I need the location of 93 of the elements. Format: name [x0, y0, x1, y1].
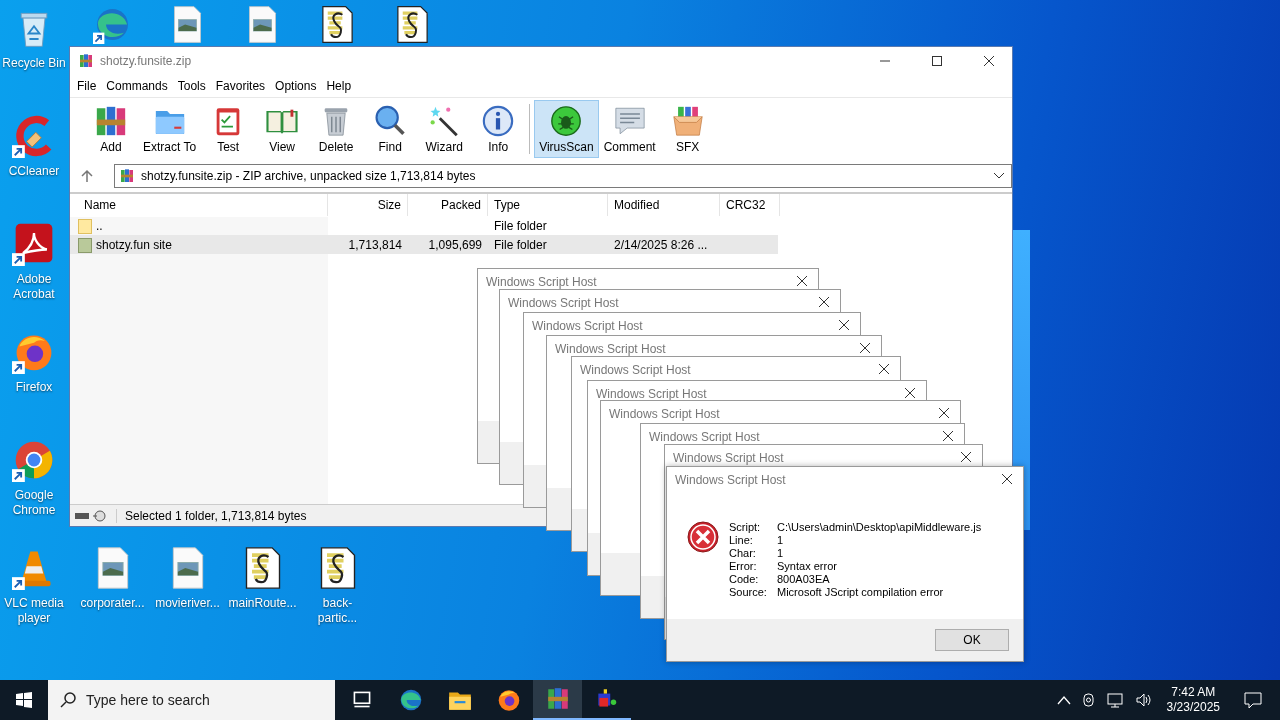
clock-date[interactable]: 3/23/2025 — [1166, 700, 1220, 715]
close-icon[interactable] — [1001, 473, 1013, 485]
menu-item[interactable]: Tools — [172, 77, 211, 95]
maximize-icon — [931, 55, 943, 67]
close-icon — [983, 55, 995, 67]
dialog-title: Windows Script Host — [532, 319, 643, 333]
detail-value: 1 — [777, 534, 785, 547]
chevron-up-icon[interactable] — [1056, 695, 1071, 705]
detail-label: Line: — [729, 534, 754, 547]
menu-item[interactable]: Favorites — [210, 77, 271, 95]
table-cell: 1,095,699 — [428, 237, 482, 252]
column-header[interactable]: Type — [488, 194, 608, 216]
close-icon[interactable] — [818, 296, 830, 308]
detail-label: Error: — [729, 560, 758, 573]
close-icon[interactable] — [838, 319, 850, 331]
column-header[interactable]: Name — [78, 194, 328, 216]
toolbar-button[interactable]: Comment — [598, 100, 661, 158]
box-icon — [670, 104, 705, 138]
folder-icon — [78, 217, 92, 234]
toolbar-button[interactable]: Info — [471, 100, 526, 158]
menu-item[interactable]: Options — [270, 77, 322, 95]
toolbar-button[interactable]: View — [255, 100, 310, 158]
dialog-title: Windows Script Host — [609, 407, 720, 421]
dialog-title: Windows Script Host — [675, 473, 786, 487]
network-icon[interactable] — [1106, 692, 1125, 708]
dialog-title: Windows Script Host — [649, 430, 760, 444]
table-cell: shotzy.fun site — [96, 237, 172, 252]
close-icon[interactable] — [942, 430, 954, 442]
toolbar-button[interactable]: Extract To — [138, 100, 202, 158]
toolbar-button[interactable]: Add — [84, 100, 138, 158]
dialog-title: Windows Script Host — [486, 275, 597, 289]
status-text: Selected 1 folder, 1,713,814 bytes — [116, 508, 307, 523]
icon-label[interactable]: back-partic... — [303, 596, 372, 626]
detail-value: Microsoft JScript compilation error — [777, 586, 945, 599]
close-icon[interactable] — [960, 451, 972, 463]
table-cell: File folder — [494, 237, 547, 252]
menu-item[interactable]: File — [72, 77, 102, 95]
detail-label: Char: — [729, 547, 757, 560]
search-icon — [60, 692, 76, 708]
notification-icon[interactable] — [1244, 691, 1262, 709]
dialog-title: Windows Script Host — [508, 296, 619, 310]
toolbar-button[interactable]: Test — [201, 100, 256, 158]
file-row[interactable]: .. File folder — [70, 216, 778, 235]
column-header[interactable]: CRC32 — [720, 194, 780, 216]
file-row[interactable]: shotzy.fun site 1,713,814 1,095,699 File folder 2/14/2025 8:26 ... — [70, 235, 778, 254]
menu-item[interactable]: Help — [321, 77, 357, 95]
toolbar-button[interactable]: Wizard — [417, 100, 472, 158]
volume-icon[interactable] — [1134, 692, 1153, 708]
books-icon — [94, 104, 128, 138]
search-field[interactable]: Type here to search — [48, 680, 335, 720]
column-header[interactable]: Packed — [408, 194, 488, 216]
drive-icon — [74, 509, 108, 522]
table-cell: .. — [96, 218, 103, 233]
detail-value: 1 — [777, 547, 785, 560]
toolbar-button[interactable]: Find — [363, 100, 418, 158]
toolbar-button[interactable]: SFX — [660, 100, 715, 158]
books-icon — [78, 53, 94, 69]
toolbar-button[interactable]: Delete — [309, 100, 364, 158]
dropdown-icon — [993, 172, 1005, 180]
error-icon — [687, 521, 719, 553]
window-title: shotzy.funsite.zip — [100, 54, 192, 68]
bug-icon — [549, 104, 584, 138]
detail-value: C:\Users\admin\Desktop\apiMiddleware.js — [777, 521, 982, 534]
close-icon[interactable] — [904, 387, 916, 399]
books-icon — [119, 168, 135, 184]
menu-item[interactable]: Commands — [101, 77, 173, 95]
close-icon[interactable] — [938, 407, 950, 419]
close-icon[interactable] — [796, 275, 808, 287]
column-header[interactable]: Modified — [608, 194, 720, 216]
dialog-title: Windows Script Host — [580, 363, 691, 377]
dialog-title: Windows Script Host — [555, 342, 666, 356]
table-cell: 2/14/2025 8:26 ... — [614, 237, 708, 252]
info-icon — [481, 104, 516, 138]
table-cell: File folder — [494, 218, 547, 233]
path-field[interactable]: shotzy.funsite.zip - ZIP archive, unpacked size 1,713,814 bytes — [114, 164, 1012, 188]
up-arrow-icon — [81, 169, 93, 183]
close-icon[interactable] — [878, 363, 890, 375]
dialog-title: Windows Script Host — [673, 451, 784, 465]
detail-value: Syntax error — [777, 560, 838, 573]
table-cell: 1,713,814 — [348, 237, 402, 252]
column-header[interactable]: Size — [328, 194, 408, 216]
clock-time[interactable]: 7:42 AM — [1171, 685, 1216, 700]
search-icon — [373, 104, 408, 138]
close-icon[interactable] — [859, 342, 871, 354]
dialog-title: Windows Script Host — [596, 387, 707, 401]
detail-label: Code: — [729, 573, 760, 586]
toolbar-button[interactable]: VirusScan — [534, 100, 599, 158]
detail-label: Source: — [729, 586, 768, 599]
folder-icon — [78, 236, 92, 253]
detail-value: 800A03EA — [777, 573, 831, 586]
detail-label: Script: — [729, 521, 762, 534]
ok-button[interactable]: OK — [935, 629, 1009, 651]
windows-icon — [16, 692, 32, 708]
